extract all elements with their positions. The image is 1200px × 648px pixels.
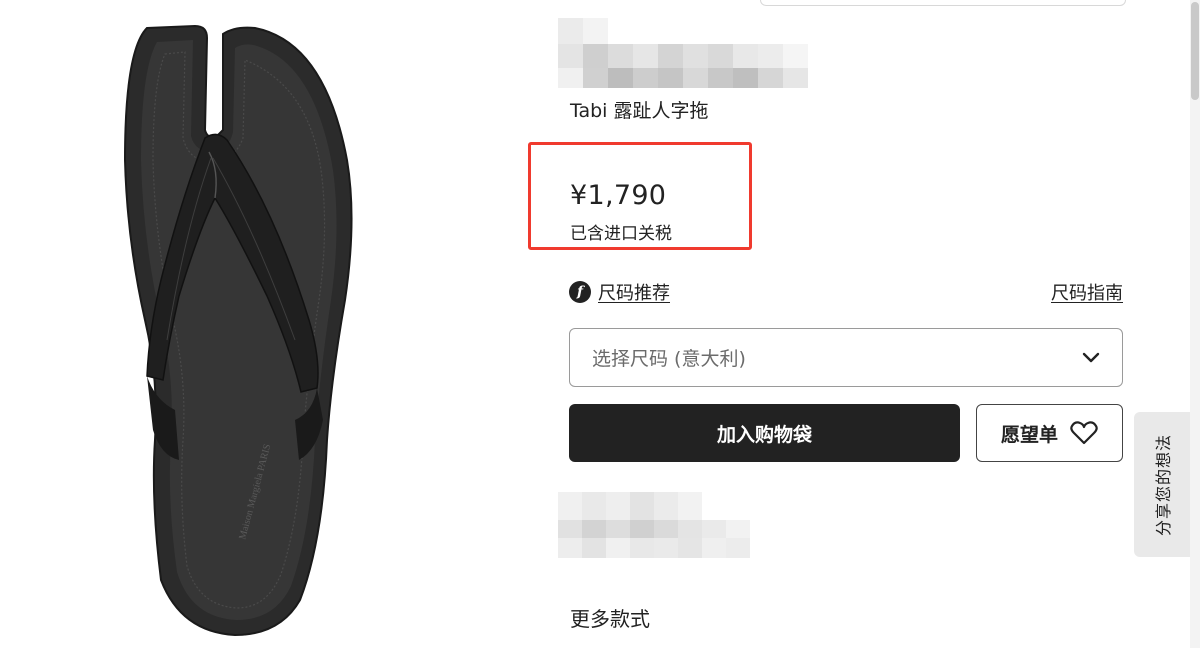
sandal-illustration: Maison Margiela PARIS [123,24,353,637]
feedback-tab[interactable]: 分享您的想法 [1134,412,1190,557]
size-recommendation-label: 尺码推荐 [598,283,670,304]
add-to-bag-button[interactable]: 加入购物袋 [569,404,960,462]
product-page: Maison Margiela PARIS Tabi 露趾人字拖 ¥1,790 … [0,0,1200,648]
f-icon: f [569,281,591,303]
wishlist-label: 愿望单 [1000,423,1058,446]
add-to-bag-label: 加入购物袋 [716,423,812,446]
chevron-down-icon [1082,352,1100,362]
size-recommendation-link[interactable]: f 尺码推荐 [569,279,670,305]
wishlist-button[interactable]: 愿望单 [976,404,1123,462]
heart-icon [1070,421,1098,445]
more-styles-heading: 更多款式 [570,607,650,631]
price: ¥1,790 [570,180,667,211]
scrollbar-thumb[interactable] [1191,2,1199,100]
feedback-label: 分享您的想法 [1154,433,1174,536]
size-guide-link[interactable]: 尺码指南 [1051,279,1123,305]
product-name: Tabi 露趾人字拖 [570,100,709,122]
top-input-partial[interactable] [760,0,1126,6]
description-blurred [558,492,750,558]
brand-name-blurred [558,18,808,88]
tax-note: 已含进口关税 [570,224,672,244]
scrollbar[interactable] [1190,0,1200,648]
size-select-placeholder: 选择尺码 (意大利) [592,348,746,370]
size-select[interactable]: 选择尺码 (意大利) [569,328,1123,387]
product-image[interactable]: Maison Margiela PARIS [95,20,375,640]
